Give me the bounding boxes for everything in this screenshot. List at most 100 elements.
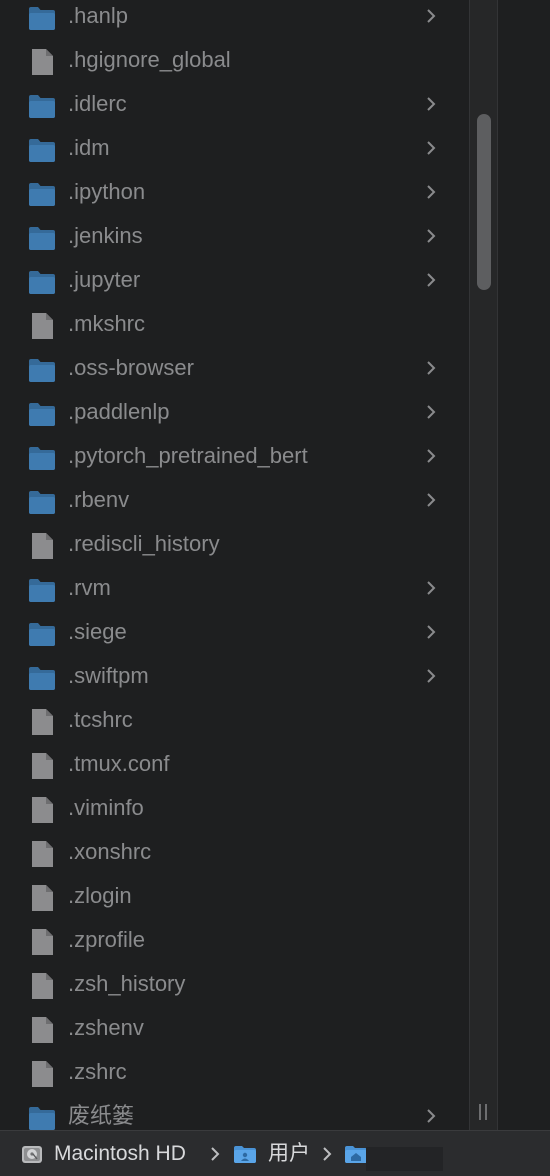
folder-row[interactable]: .ipython — [0, 174, 469, 218]
file-name: .tcshrc — [68, 707, 133, 732]
chevron-right-icon[interactable] — [424, 666, 438, 686]
file-name: .zshenv — [68, 1015, 144, 1040]
folder-icon — [29, 139, 55, 162]
file-row[interactable]: .zshrc — [0, 1054, 469, 1098]
file-row[interactable]: .zshenv — [0, 1010, 469, 1054]
folder-icon — [29, 227, 55, 250]
file-row[interactable]: .zprofile — [0, 922, 469, 966]
folder-row[interactable]: 废纸篓 — [0, 1098, 469, 1130]
folder-row[interactable]: .idm — [0, 130, 469, 174]
folder-name: .jupyter — [68, 267, 141, 292]
next-column-pane — [498, 0, 550, 1130]
file-name: .hgignore_global — [68, 47, 231, 72]
folder-row[interactable]: .idlerc — [0, 86, 469, 130]
folder-row[interactable]: .siege — [0, 614, 469, 658]
folder-row[interactable]: .rvm — [0, 570, 469, 614]
folder-name: .idlerc — [68, 91, 127, 116]
folder-name: .hanlp — [68, 3, 128, 28]
document-icon — [32, 533, 53, 559]
file-name: .tmux.conf — [68, 751, 170, 776]
folder-icon — [29, 667, 55, 690]
file-name: .mkshrc — [68, 311, 145, 336]
home-folder-icon — [345, 1146, 367, 1163]
document-icon — [32, 313, 53, 339]
document-icon — [32, 797, 53, 823]
chevron-right-icon[interactable] — [424, 6, 438, 26]
folder-name: .siege — [68, 619, 127, 644]
path-item-users[interactable]: 用户 — [233, 1131, 313, 1176]
folder-icon — [29, 623, 55, 646]
column-resize-handle[interactable] — [474, 1104, 492, 1124]
redacted-username — [366, 1147, 443, 1171]
file-row[interactable]: .xonshrc — [0, 834, 469, 878]
chevron-right-icon[interactable] — [424, 622, 438, 642]
folder-name: .oss-browser — [68, 355, 194, 380]
document-icon — [32, 885, 53, 911]
chevron-right-icon[interactable] — [424, 446, 438, 466]
document-icon — [32, 753, 53, 779]
folder-row[interactable]: .hanlp — [0, 0, 469, 42]
chevron-right-icon[interactable] — [424, 490, 438, 510]
file-row[interactable]: .zsh_history — [0, 966, 469, 1010]
document-icon — [32, 1017, 53, 1043]
folder-row[interactable]: .paddlenlp — [0, 394, 469, 438]
chevron-right-icon[interactable] — [424, 1106, 438, 1126]
chevron-right-icon[interactable] — [424, 358, 438, 378]
folder-row[interactable]: .swiftpm — [0, 658, 469, 702]
chevron-right-icon[interactable] — [424, 402, 438, 422]
vertical-scrollbar[interactable] — [469, 0, 498, 1130]
folder-icon — [29, 579, 55, 602]
chevron-right-icon[interactable] — [424, 138, 438, 158]
folder-name: .idm — [68, 135, 110, 160]
path-item-label: 用户 — [268, 1142, 310, 1165]
document-icon — [32, 49, 53, 75]
file-name: .zprofile — [68, 927, 146, 952]
folder-name: .jenkins — [68, 223, 143, 248]
folder-name: .swiftpm — [68, 663, 149, 688]
path-item-macintosh-hd[interactable]: Macintosh HD — [20, 1131, 206, 1176]
folder-icon — [29, 491, 55, 514]
file-row[interactable]: .viminfo — [0, 790, 469, 834]
file-name: .zsh_history — [68, 971, 186, 996]
folder-name: .rvm — [68, 575, 111, 600]
path-separator-chevron-icon — [323, 1147, 332, 1161]
document-icon — [32, 973, 53, 999]
file-row[interactable]: .tcshrc — [0, 702, 469, 746]
folder-name: .pytorch_pretrained_bert — [68, 443, 308, 468]
chevron-right-icon[interactable] — [424, 182, 438, 202]
folder-name: .rbenv — [68, 487, 130, 512]
folder-icon — [29, 183, 55, 206]
path-bar: Macintosh HD 用户 — [0, 1130, 550, 1176]
folder-name: 废纸篓 — [68, 1103, 135, 1128]
folder-row[interactable]: .pytorch_pretrained_bert — [0, 438, 469, 482]
folder-icon — [29, 403, 55, 426]
file-list-column: .hanlp .hgignore_global .idlerc .idm .ipytho… — [0, 0, 469, 1130]
file-row[interactable]: .mkshrc — [0, 306, 469, 350]
file-name: .zshrc — [68, 1059, 127, 1084]
chevron-right-icon[interactable] — [424, 578, 438, 598]
document-icon — [32, 709, 53, 735]
document-icon — [32, 841, 53, 867]
folder-row[interactable]: .rbenv — [0, 482, 469, 526]
chevron-right-icon[interactable] — [424, 94, 438, 114]
path-separator-chevron-icon — [211, 1147, 220, 1161]
scrollbar-thumb[interactable] — [477, 114, 491, 290]
path-item-label: Macintosh HD — [54, 1142, 186, 1165]
folder-icon — [29, 447, 55, 470]
folder-icon — [29, 7, 55, 30]
file-row[interactable]: .zlogin — [0, 878, 469, 922]
chevron-right-icon[interactable] — [424, 270, 438, 290]
folder-row[interactable]: .oss-browser — [0, 350, 469, 394]
folder-icon — [29, 95, 55, 118]
folder-icon — [29, 271, 55, 294]
file-row[interactable]: .tmux.conf — [0, 746, 469, 790]
folder-name: .ipython — [68, 179, 146, 204]
file-row[interactable]: .hgignore_global — [0, 42, 469, 86]
file-name: .viminfo — [68, 795, 144, 820]
chevron-right-icon[interactable] — [424, 226, 438, 246]
folder-row[interactable]: .jenkins — [0, 218, 469, 262]
folder-name: .paddlenlp — [68, 399, 170, 424]
folder-row[interactable]: .jupyter — [0, 262, 469, 306]
file-row[interactable]: .rediscli_history — [0, 526, 469, 570]
document-icon — [32, 1061, 53, 1087]
